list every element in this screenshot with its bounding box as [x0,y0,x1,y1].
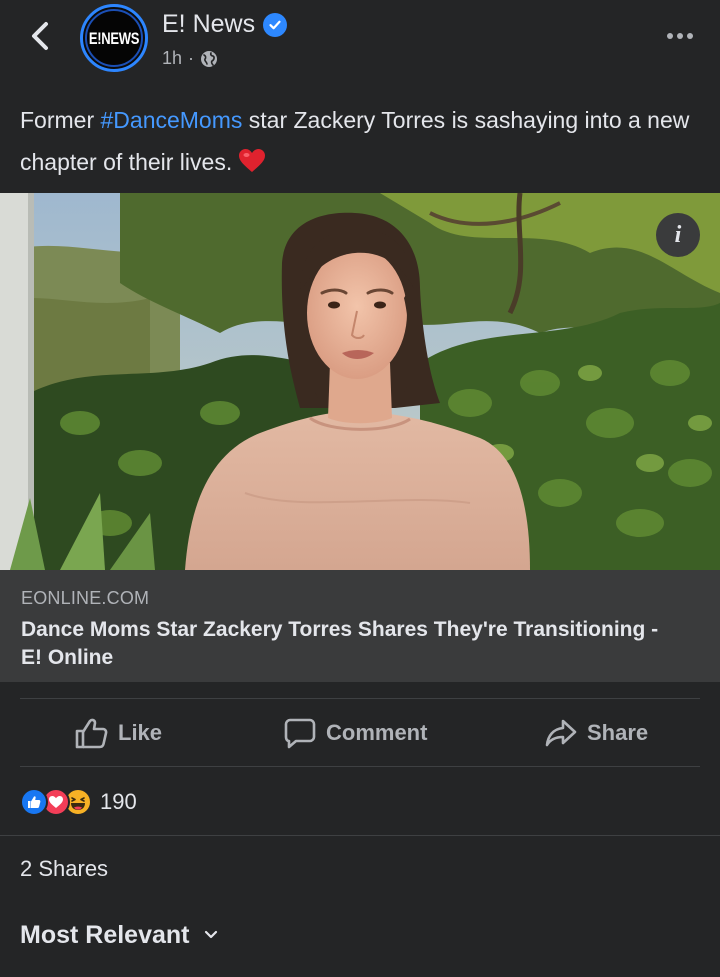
link-title: Dance Moms Star Zackery Torres Shares Th… [21,618,659,669]
globe-icon [201,50,218,67]
avatar-logo: E!NEWS [85,9,143,67]
more-dot [687,33,693,39]
verified-badge-icon [263,12,288,37]
info-button[interactable]: i [656,213,700,257]
heart-emoji-icon [239,149,266,172]
like-button[interactable]: Like [74,712,162,754]
post-header: E!NEWS E! News 1h · [0,0,720,90]
comment-bubble-icon [284,718,316,749]
post-time[interactable]: 1h [162,48,182,69]
info-icon: i [674,221,682,248]
action-bar: Like Comment Share [0,700,720,764]
hashtag-link[interactable]: #DanceMoms [101,107,243,133]
more-dot [677,33,683,39]
divider [0,835,720,836]
back-button[interactable] [20,16,60,56]
more-options-icon [667,33,673,39]
comment-sort-dropdown[interactable]: Most Relevant [20,918,219,952]
chevron-down-icon [205,930,218,939]
link-preview-card[interactable]: EONLINE.COM Dance Moms Star Zackery Torr… [0,570,720,682]
avatar-text: E!NEWS [88,28,140,48]
preview-photo [0,193,720,570]
meta-separator: · [188,48,195,68]
like-reaction-icon [20,788,48,816]
sort-label: Most Relevant [20,920,190,949]
page-avatar[interactable]: E!NEWS [80,4,148,72]
page-name: E! News [162,10,256,38]
more-options-button[interactable] [660,24,700,48]
reaction-count: 190 [100,789,137,814]
share-button[interactable]: Share [545,712,648,754]
like-label: Like [118,720,163,745]
thumbs-up-icon [75,718,108,749]
shares-count[interactable]: 2 Shares [20,856,108,882]
share-label: Share [587,720,649,745]
share-arrow-icon [545,719,577,747]
reactions-summary[interactable]: 190 [20,786,137,818]
divider [20,766,700,767]
post-meta: 1h · [162,48,218,69]
page-name-link[interactable]: E! News [162,10,288,39]
link-domain: EONLINE.COM [21,588,150,608]
chevron-left-icon [32,22,48,50]
comment-button[interactable]: Comment [284,712,427,754]
divider [20,698,700,699]
caption-prefix: Former [20,107,101,133]
comment-label: Comment [326,720,428,745]
post-caption: Former #DanceMoms star Zackery Torres is… [20,99,710,183]
link-preview-image[interactable] [0,193,720,570]
